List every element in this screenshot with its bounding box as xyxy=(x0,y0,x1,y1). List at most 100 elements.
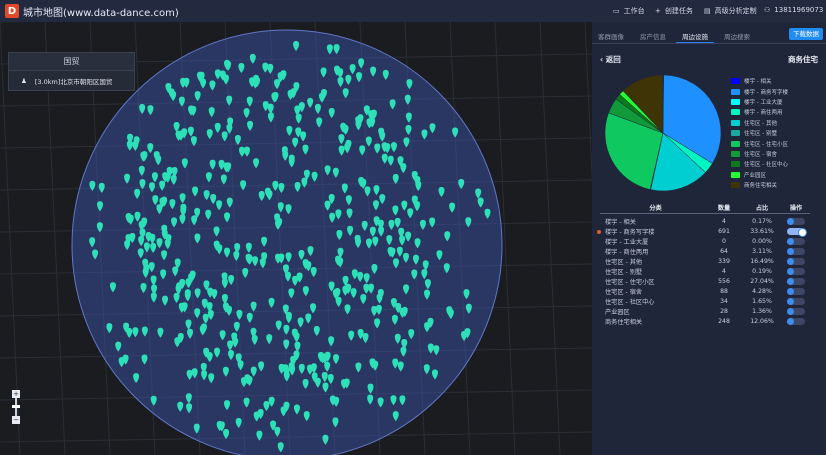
user-account[interactable]: ⚇ 13811969073 xyxy=(764,6,823,14)
legend-item[interactable]: 住宅区 - 宿舍 xyxy=(731,149,788,159)
table-row: 住宅区 - 其他 339 16.49% xyxy=(600,256,810,266)
legend-item[interactable]: 住宅区 - 社区中心 xyxy=(731,159,788,169)
logo: D xyxy=(5,4,19,18)
top-bar: D 城市地图(www.data-dance.com) ▭ 工作台 + 创建任务 ▤ 高… xyxy=(0,0,826,22)
row-category: 住宅区 - 社区中心 xyxy=(605,298,655,306)
legend-label: 楼宇 - 商住两用 xyxy=(744,110,783,117)
side-panel: 客群画像 房产信息 周边设施 周边搜索 下载数据 ‹ 返回 商务住宅 楼宇 - … xyxy=(592,22,826,455)
legend-item[interactable]: 楼宇 - 商务写字楼 xyxy=(731,86,788,96)
legend-item[interactable]: 楼宇 - 商住两用 xyxy=(731,107,788,117)
row-category: 商务住宅相关 xyxy=(605,318,643,326)
row-count: 691 xyxy=(718,227,730,235)
plus-icon: + xyxy=(655,7,661,15)
row-percent: 16.49% xyxy=(750,257,774,265)
legend-swatch xyxy=(731,140,740,147)
row-category: 住宅区 - 其他 xyxy=(605,258,643,266)
workbench-label: 工作台 xyxy=(623,7,645,15)
legend-item[interactable]: 住宅区 - 住宅小区 xyxy=(731,138,788,148)
legend-swatch xyxy=(731,130,740,137)
visibility-toggle[interactable] xyxy=(787,317,805,325)
header-percent: 占比 xyxy=(755,205,769,212)
visibility-toggle[interactable] xyxy=(787,227,807,237)
legend-label: 住宅区 - 社区中心 xyxy=(744,162,788,169)
table-row: 住宅区 - 社区中心 34 1.65% xyxy=(600,296,810,306)
table-header: 分类 数量 占比 操作 xyxy=(600,202,810,214)
header-count: 数量 xyxy=(717,205,731,212)
back-button[interactable]: ‹ 返回 xyxy=(600,54,621,65)
tab-nearby-search[interactable]: 周边搜索 xyxy=(718,28,756,43)
tab-property-info[interactable]: 房产信息 xyxy=(634,28,672,43)
visibility-toggle[interactable] xyxy=(787,277,805,285)
visibility-toggle[interactable] xyxy=(787,267,805,275)
pie-chart xyxy=(604,74,722,192)
back-label: 返回 xyxy=(605,55,621,64)
zoom-slider[interactable] xyxy=(12,398,20,416)
legend-label: 楼宇 - 工业大厦 xyxy=(744,99,783,106)
row-category: 楼宇 - 商住两用 xyxy=(605,248,649,256)
visibility-toggle[interactable] xyxy=(787,297,805,305)
row-percent: 0.19% xyxy=(752,267,772,275)
location-item-label: [3.0km]北京市朝阳区国贸 xyxy=(34,77,113,86)
legend-item[interactable]: 产业园区 xyxy=(731,170,788,180)
table-row: 商务住宅相关 248 12.06% xyxy=(600,316,810,326)
download-data-button[interactable]: 下载数据 xyxy=(789,28,823,40)
row-category: 住宅区 - 别墅 xyxy=(605,268,643,276)
row-category: 住宅区 - 宿舍 xyxy=(605,288,643,296)
legend-swatch xyxy=(731,109,740,116)
table-row: 楼宇 - 相关 4 0.17% xyxy=(600,216,810,226)
advanced-analysis-button[interactable]: ▤ 高级分析定制 xyxy=(704,6,757,16)
visibility-toggle[interactable] xyxy=(787,247,805,255)
location-item[interactable]: ♟ [3.0km]北京市朝阳区国贸 xyxy=(9,71,134,90)
pie-legend: 楼宇 - 相关 楼宇 - 商务写字楼 楼宇 - 工业大厦 楼宇 - 商住两用 住宅区 -… xyxy=(731,76,788,190)
legend-item[interactable]: 楼宇 - 工业大厦 xyxy=(731,97,788,107)
legend-item[interactable]: 住宅区 - 别墅 xyxy=(731,128,788,138)
legend-swatch xyxy=(731,150,740,157)
tab-customer-profile[interactable]: 客群画像 xyxy=(592,28,630,43)
table-row: 楼宇 - 商住两用 64 3.11% xyxy=(600,246,810,256)
legend-item[interactable]: 商务住宅相关 xyxy=(731,180,788,190)
create-task-label: 创建任务 xyxy=(664,7,693,15)
legend-item[interactable]: 住宅区 - 其他 xyxy=(731,118,788,128)
row-count: 556 xyxy=(718,277,730,285)
legend-label: 住宅区 - 住宅小区 xyxy=(744,141,788,148)
app-title: 城市地图(www.data-dance.com) xyxy=(23,7,179,19)
visibility-toggle[interactable] xyxy=(787,217,805,225)
legend-label: 楼宇 - 相关 xyxy=(744,79,772,86)
row-count: 4 xyxy=(722,267,726,275)
table-row: 楼宇 - 商务写字楼 691 33.61% xyxy=(597,226,810,237)
legend-item[interactable]: 楼宇 - 相关 xyxy=(731,76,788,86)
visibility-toggle[interactable] xyxy=(787,237,805,245)
row-percent: 33.61% xyxy=(750,227,774,235)
create-task-button[interactable]: + 创建任务 xyxy=(655,6,693,16)
table-row: 产业园区 28 1.36% xyxy=(600,306,810,316)
header-action: 操作 xyxy=(789,205,803,212)
row-category: 楼宇 - 相关 xyxy=(605,218,636,226)
table-row: 住宅区 - 宿舍 88 4.28% xyxy=(600,286,810,296)
zoom-out-button[interactable]: − xyxy=(12,416,20,424)
row-percent: 3.11% xyxy=(752,247,772,255)
legend-swatch xyxy=(731,78,740,85)
table-row: 住宅区 - 住宅小区 556 27.04% xyxy=(600,276,810,286)
back-row: ‹ 返回 商务住宅 xyxy=(600,54,818,65)
header-category: 分类 xyxy=(649,205,662,212)
radius-circle xyxy=(71,29,503,455)
row-percent: 1.36% xyxy=(752,307,772,315)
location-panel: 国贸 ♟ [3.0km]北京市朝阳区国贸 xyxy=(8,52,135,91)
zoom-in-button[interactable]: + xyxy=(12,390,20,398)
zoom-control: + − xyxy=(12,390,20,424)
row-percent: 27.04% xyxy=(750,277,774,285)
row-category: 产业园区 xyxy=(605,308,630,316)
visibility-toggle[interactable] xyxy=(787,307,805,315)
workbench-button[interactable]: ▭ 工作台 xyxy=(613,6,645,16)
tab-nearby-facilities[interactable]: 周边设施 xyxy=(676,28,714,43)
table-row: 楼宇 - 工业大厦 0 0.00% xyxy=(600,236,810,246)
row-count: 0 xyxy=(722,237,726,245)
document-icon: ▤ xyxy=(704,7,711,15)
selected-indicator xyxy=(597,229,601,234)
map-canvas[interactable]: 国贸 ♟ [3.0km]北京市朝阳区国贸 + − xyxy=(0,22,592,455)
row-count: 88 xyxy=(720,287,728,295)
visibility-toggle[interactable] xyxy=(787,287,805,295)
legend-label: 楼宇 - 商务写字楼 xyxy=(744,89,788,96)
visibility-toggle[interactable] xyxy=(787,257,805,265)
legend-label: 商务住宅相关 xyxy=(744,183,778,190)
